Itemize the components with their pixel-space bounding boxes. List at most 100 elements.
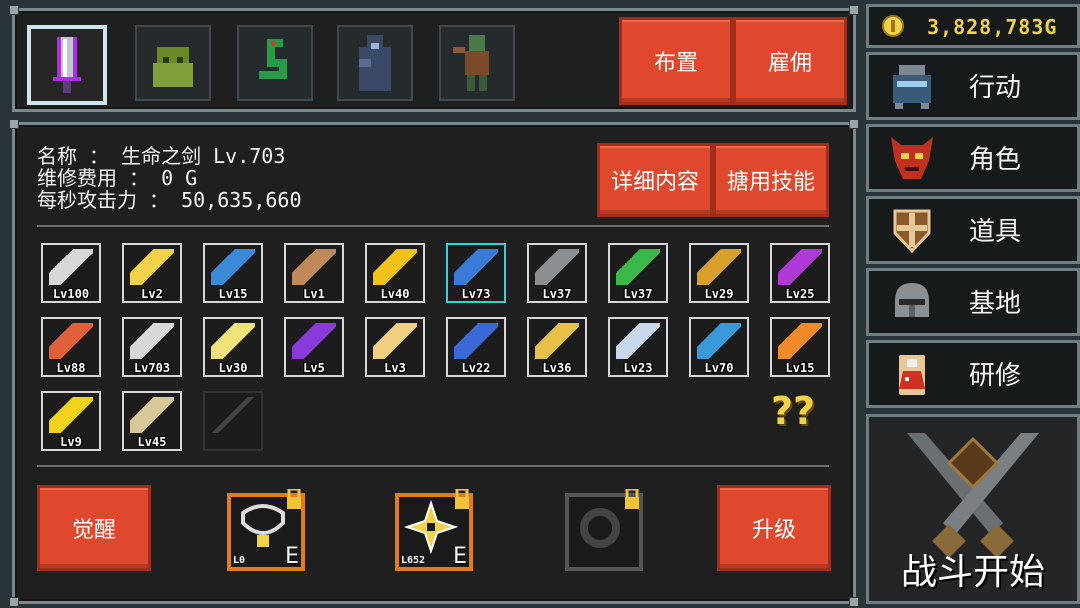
skill-icon [130,397,174,433]
menu-label: 基地 [969,289,1022,319]
weapon-panel: 名称 ： 生命之剑 Lv.703 维修费用 ： 0 G 每秒攻击力 ： 50,6… [9,119,859,607]
skill-level: Lv29 [704,287,734,301]
life-sword-icon [53,37,81,93]
skill-slot[interactable]: Lv36 [527,317,587,377]
rivet [9,5,19,15]
rivet [849,597,859,607]
skill-level: Lv70 [704,361,734,375]
skill-slot[interactable]: Lv37 [527,243,587,303]
slime-icon [153,47,193,87]
skill-slot[interactable]: Lv30 [203,317,263,377]
menu-label: 道具 [969,217,1022,247]
skill-level: Lv9 [60,435,82,449]
necklace-icon [241,504,285,547]
skill-slot[interactable]: Lv29 [689,243,749,303]
skill-slot[interactable]: Lv15 [770,317,830,377]
skill-level: Lv73 [461,287,491,301]
battle-start-button[interactable]: 战斗开始 [866,414,1080,604]
rivet [849,119,859,129]
character-slot-ghost[interactable] [337,25,413,101]
skills-button[interactable]: 搪用技能 [713,143,829,217]
skill-level: Lv1 [303,287,325,301]
character-bar: 布置 雇佣 [9,5,859,112]
menu-label: 研修 [969,361,1022,391]
skill-slot[interactable]: Lv25 [770,243,830,303]
details-button[interactable]: 详细内容 [597,143,713,217]
skill-slot[interactable]: Lv1 [284,243,344,303]
skill-icon [49,249,93,285]
snake-icon [259,39,287,79]
skill-icon [778,249,822,285]
skill-icon [535,249,579,285]
potion-icon [899,355,925,395]
skill-icon [616,249,660,285]
equipment-grade: E [285,544,299,569]
skill-slot[interactable]: Lv70 [689,317,749,377]
deploy-button[interactable]: 布置 [619,17,733,105]
ring-icon [580,508,620,548]
pot-icon [893,65,931,109]
menu-action[interactable]: 行动 [866,52,1080,120]
skill-icon [130,249,174,285]
battle-start-label: 战斗开始 [900,552,1045,593]
skill-slot[interactable]: Lv23 [608,317,668,377]
equipment-slot-shuriken[interactable]: L652 E [395,489,473,571]
skill-slot[interactable]: Lv703 [122,317,182,377]
skill-slot[interactable]: Lv45 [122,391,182,451]
equipment-slot-necklace[interactable]: L0 E [227,489,305,571]
skill-level: Lv15 [218,287,248,301]
upkeep-cost: 维修费用 ： 0 G [37,166,198,190]
skill-slot[interactable]: Lv22 [446,317,506,377]
skill-icon [49,397,93,433]
rivet [849,5,859,15]
skill-slot[interactable]: Lv73 [446,243,506,303]
skill-level: Lv30 [218,361,248,375]
character-slot-snake[interactable] [237,25,313,101]
unknown-skills-hint[interactable]: ?? [771,389,815,433]
skill-slot[interactable]: Lv88 [41,317,101,377]
gold-display: 3,828,783G [866,4,1080,48]
hooded-ghost-icon [359,35,391,91]
skill-slot[interactable]: Lv15 [203,243,263,303]
upgrade-button[interactable]: 升级 [717,485,831,571]
skill-icon [778,323,822,359]
divider [37,465,829,467]
skill-slot[interactable]: Lv9 [41,391,101,451]
skill-slot[interactable]: Lv5 [284,317,344,377]
demon-mask-icon [891,137,933,179]
hire-button[interactable]: 雇佣 [733,17,847,105]
skill-slot[interactable]: Lv3 [365,317,425,377]
weapon-info: 名称 ： 生命之剑 Lv.703 维修费用 ： 0 G 每秒攻击力 ： 50,6… [37,145,302,211]
menu-character[interactable]: 角色 [866,124,1080,192]
skill-slot[interactable]: Lv40 [365,243,425,303]
skill-level: Lv15 [785,361,815,375]
goblin-icon [453,35,489,91]
gold-amount: 3,828,783G [927,15,1058,39]
menu-base[interactable]: 基地 [866,268,1080,336]
skill-slot[interactable]: Lv2 [122,243,182,303]
skill-level: Lv37 [542,287,572,301]
rivet [9,119,19,129]
gold-coin-icon [882,15,904,37]
skill-icon [211,249,255,285]
skill-slot[interactable]: Lv100 [41,243,101,303]
equipment-slot-ring-empty[interactable] [565,489,643,571]
rivet [9,597,19,607]
menu-items[interactable]: 道具 [866,196,1080,264]
menu-label: 行动 [969,73,1022,103]
lock-icon [287,489,301,509]
skill-slot[interactable]: Lv37 [608,243,668,303]
menu-research[interactable]: 研修 [866,340,1080,408]
skill-icon [454,249,498,285]
skill-level: Lv3 [384,361,406,375]
character-slot-goblin[interactable] [439,25,515,101]
character-slot-slime[interactable] [135,25,211,101]
divider [37,225,829,227]
awaken-button[interactable]: 觉醒 [37,485,151,571]
menu-label: 角色 [969,145,1022,175]
lock-icon [625,489,639,509]
character-slot-sword[interactable] [27,25,107,105]
attack-per-second: 每秒攻击力 ： 50,635,660 [37,188,302,212]
skill-icon [697,323,741,359]
skill-slot-locked[interactable] [203,391,263,451]
